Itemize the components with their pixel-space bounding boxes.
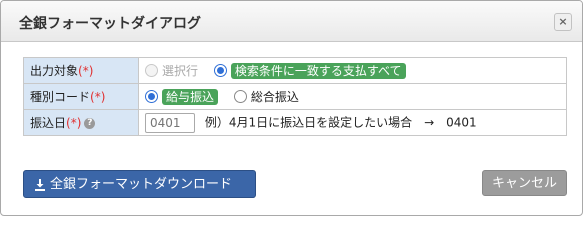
radio-general-label[interactable]: 総合振込 — [251, 90, 299, 104]
target-options-cell: 選択行 検索条件に一致する支払すべて — [138, 57, 567, 84]
export-form: 出力対象(*) 選択行 検索条件に一致する支払すべて 種別コード(*) 給与振込 — [23, 57, 567, 136]
radio-selected-rows — [145, 64, 158, 77]
required-mark: (*) — [78, 64, 94, 78]
form-row-transfer-date: 振込日(*)? 例）4月1日に振込日を設定したい場合 → 0401 — [23, 109, 567, 136]
dialog-titlebar: 全銀フォーマットダイアログ × — [1, 1, 582, 42]
download-button-label: 全銀フォーマットダウンロード — [50, 177, 233, 192]
close-icon[interactable]: × — [554, 13, 572, 31]
transfer-date-input-cell: 例）4月1日に振込日を設定したい場合 → 0401 — [138, 109, 567, 136]
type-label-cell: 種別コード(*) — [23, 83, 139, 110]
radio-selected-rows-label: 選択行 — [162, 64, 199, 78]
required-mark: (*) — [66, 116, 82, 130]
radio-all-matching-label[interactable]: 検索条件に一致する支払すべて — [230, 63, 406, 79]
radio-salary-label[interactable]: 給与振込 — [162, 89, 219, 105]
type-option-general[interactable]: 総合振込 — [233, 88, 299, 105]
radio-salary[interactable] — [145, 90, 158, 103]
type-options-cell: 給与振込 総合振込 — [138, 83, 567, 110]
target-label-cell: 出力対象(*) — [23, 57, 139, 84]
question-circle-icon[interactable]: ? — [84, 118, 96, 129]
target-label: 出力対象 — [30, 64, 79, 78]
required-mark: (*) — [90, 90, 106, 104]
form-row-type: 種別コード(*) 給与振込 総合振込 — [23, 83, 567, 110]
transfer-date-label: 振込日 — [30, 116, 67, 130]
radio-general[interactable] — [233, 90, 247, 103]
transfer-date-label-cell: 振込日(*)? — [23, 109, 139, 136]
form-row-target: 出力対象(*) 選択行 検索条件に一致する支払すべて — [23, 57, 567, 84]
target-option-selected-rows: 選択行 — [145, 62, 198, 79]
type-option-salary[interactable]: 給与振込 — [145, 88, 219, 105]
cancel-button[interactable]: キャンセル — [482, 170, 567, 196]
zengin-format-dialog: 全銀フォーマットダイアログ × 出力対象(*) 選択行 検索条件に一致する支払す… — [0, 0, 583, 216]
download-icon — [35, 178, 45, 191]
dialog-title: 全銀フォーマットダイアログ — [19, 16, 201, 32]
transfer-date-hint: 例）4月1日に振込日を設定したい場合 → 0401 — [204, 115, 477, 129]
radio-all-matching[interactable] — [213, 64, 227, 77]
download-zengin-button[interactable]: 全銀フォーマットダウンロード — [23, 170, 256, 198]
target-option-all-matching[interactable]: 検索条件に一致する支払すべて — [213, 62, 406, 79]
transfer-date-input[interactable] — [145, 112, 195, 133]
type-label: 種別コード — [30, 90, 91, 104]
